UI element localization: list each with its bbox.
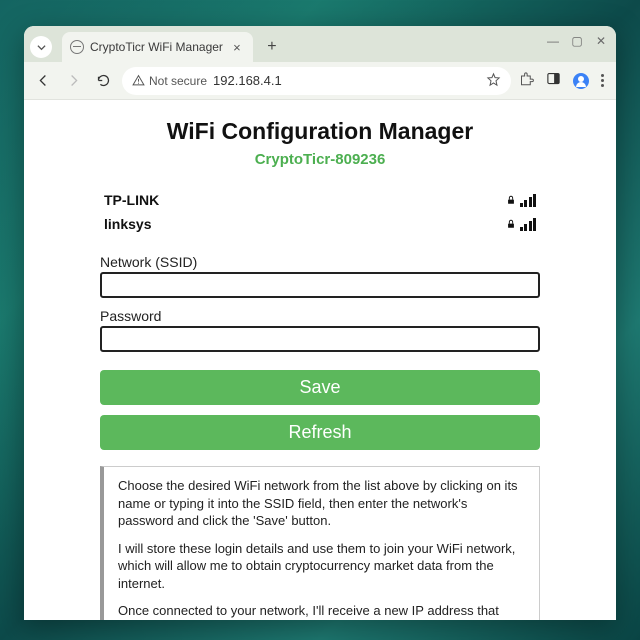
side-panel-icon[interactable] (546, 71, 561, 91)
network-ssid: linksys (104, 216, 506, 232)
signal-icon (520, 218, 537, 231)
network-row[interactable]: TP-LINK (104, 188, 536, 212)
page-content: WiFi Configuration Manager CryptoTicr-80… (24, 100, 616, 620)
minimize-button[interactable]: — (546, 34, 560, 48)
url-text: 192.168.4.1 (213, 73, 282, 88)
address-bar[interactable]: Not secure 192.168.4.1 (122, 67, 511, 95)
close-window-button[interactable]: ✕ (594, 34, 608, 48)
ssid-label: Network (SSID) (100, 254, 540, 270)
browser-window: CryptoTicr WiFi Manager × + — ▢ ✕ Not se… (24, 26, 616, 620)
globe-icon (70, 40, 84, 54)
security-indicator[interactable]: Not secure (132, 74, 207, 88)
help-paragraph: Choose the desired WiFi network from the… (118, 477, 525, 530)
new-tab-button[interactable]: + (259, 34, 285, 60)
network-list: TP-LINK linksys (100, 188, 540, 240)
wifi-form: Network (SSID) Password Save Refresh (100, 254, 540, 450)
back-button[interactable] (32, 70, 54, 92)
reload-button[interactable] (92, 70, 114, 92)
ssid-input[interactable] (100, 272, 540, 298)
browser-toolbar: Not secure 192.168.4.1 (24, 62, 616, 100)
help-paragraph: I will store these login details and use… (118, 540, 525, 593)
help-paragraph: Once connected to your network, I'll rec… (118, 602, 525, 620)
password-input[interactable] (100, 326, 540, 352)
menu-button[interactable] (601, 74, 604, 87)
bookmark-icon[interactable] (486, 72, 501, 90)
window-controls: — ▢ ✕ (546, 34, 608, 48)
close-tab-button[interactable]: × (229, 40, 245, 55)
tab-title: CryptoTicr WiFi Manager (90, 40, 223, 54)
page-title: WiFi Configuration Manager (100, 118, 540, 145)
warning-icon (132, 74, 145, 87)
forward-button[interactable] (62, 70, 84, 92)
help-text: Choose the desired WiFi network from the… (100, 466, 540, 620)
maximize-button[interactable]: ▢ (570, 34, 584, 48)
lock-icon (506, 216, 516, 232)
extensions-icon[interactable] (519, 71, 534, 91)
lock-icon (506, 192, 516, 208)
search-tabs-button[interactable] (30, 36, 52, 58)
tab-strip: CryptoTicr WiFi Manager × + — ▢ ✕ (24, 26, 616, 62)
network-ssid: TP-LINK (104, 192, 506, 208)
not-secure-label: Not secure (149, 74, 207, 88)
browser-tab[interactable]: CryptoTicr WiFi Manager × (62, 32, 253, 62)
password-label: Password (100, 308, 540, 324)
network-row[interactable]: linksys (104, 212, 536, 236)
refresh-button[interactable]: Refresh (100, 415, 540, 450)
profile-avatar-icon[interactable] (573, 73, 589, 89)
save-button[interactable]: Save (100, 370, 540, 405)
device-name: CryptoTicr-809236 (100, 151, 540, 168)
signal-icon (520, 194, 537, 207)
